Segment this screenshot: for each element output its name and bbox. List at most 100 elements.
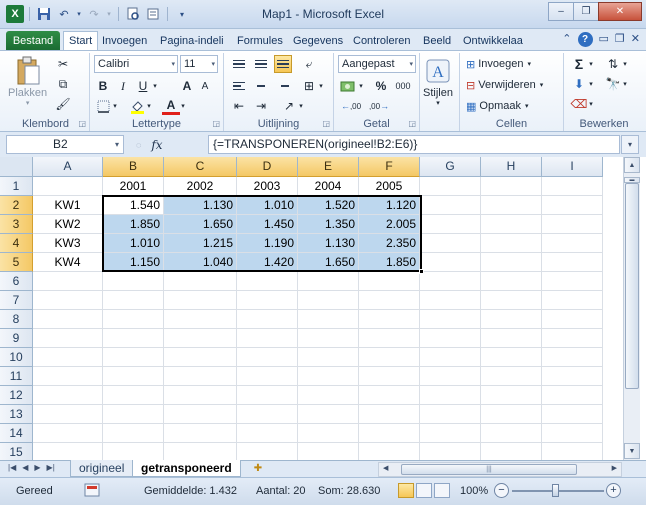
worksheet-grid[interactable]: A B C D E F G H I 1 2001 2002 2003 2004 2005 2 KW1 1.540 1… <box>0 157 623 460</box>
tab-formules[interactable]: Formules <box>232 31 288 50</box>
doc-restore-icon[interactable]: ❐ <box>615 32 625 47</box>
cell-e11[interactable] <box>298 367 359 386</box>
cell-i5[interactable] <box>542 253 603 272</box>
align-right-icon[interactable] <box>274 77 292 95</box>
column-header-c[interactable]: C <box>164 157 237 177</box>
cell-b14[interactable] <box>103 424 164 443</box>
cell-e10[interactable] <box>298 348 359 367</box>
cell-a12[interactable] <box>33 386 103 405</box>
formula-input[interactable]: {=TRANSPONEREN(origineel!B2:E6)} <box>208 135 620 154</box>
cell-h9[interactable] <box>481 329 542 348</box>
cell-h11[interactable] <box>481 367 542 386</box>
zoom-level[interactable]: 100% <box>460 485 488 497</box>
paste-button[interactable]: Plakken ▾ <box>8 55 47 107</box>
macro-record-icon[interactable] <box>84 482 100 501</box>
copy-icon[interactable]: ⧉ <box>54 75 72 93</box>
doc-close-icon[interactable]: ✕ <box>631 32 640 47</box>
cell-h15[interactable] <box>481 443 542 460</box>
cell-b13[interactable] <box>103 405 164 424</box>
cell-e1[interactable]: 2004 <box>298 177 359 196</box>
fill-color-dropdown-icon[interactable]: ▾ <box>144 97 154 115</box>
row-header-5[interactable]: 5 <box>0 253 33 272</box>
cell-f2[interactable]: 1.120 <box>359 196 420 215</box>
expand-formula-bar-icon[interactable]: ▾ <box>621 135 639 154</box>
cell-c13[interactable] <box>164 405 237 424</box>
last-sheet-icon[interactable]: ▶| <box>47 463 55 472</box>
cell-a1[interactable] <box>33 177 103 196</box>
format-painter-icon[interactable]: 🖌 <box>54 95 72 113</box>
border-dropdown-icon[interactable]: ▾ <box>110 97 120 115</box>
first-sheet-icon[interactable]: |◀ <box>8 463 16 472</box>
tab-controleren[interactable]: Controleren <box>348 31 415 50</box>
cell-e9[interactable] <box>298 329 359 348</box>
page-break-view-icon[interactable] <box>434 483 450 498</box>
cell-e8[interactable] <box>298 310 359 329</box>
cell-f9[interactable] <box>359 329 420 348</box>
underline-dropdown-icon[interactable]: ▾ <box>150 77 160 95</box>
cell-i15[interactable] <box>542 443 603 460</box>
increase-decimal-button[interactable]: ← ,00 <box>338 97 364 115</box>
row-header-12[interactable]: 12 <box>0 386 33 405</box>
cell-a6[interactable] <box>33 272 103 291</box>
cell-a5[interactable]: KW4 <box>33 253 103 272</box>
align-top-icon[interactable] <box>230 55 248 73</box>
zoom-slider-thumb[interactable] <box>552 484 559 497</box>
cell-g1[interactable] <box>420 177 481 196</box>
row-header-2[interactable]: 2 <box>0 196 33 215</box>
cell-d15[interactable] <box>237 443 298 460</box>
scroll-right-icon[interactable]: ▶ <box>612 464 617 472</box>
cell-e4[interactable]: 1.130 <box>298 234 359 253</box>
cell-c9[interactable] <box>164 329 237 348</box>
cell-g12[interactable] <box>420 386 481 405</box>
decrease-indent-icon[interactable]: ⇤ <box>230 97 248 115</box>
cell-h3[interactable] <box>481 215 542 234</box>
cell-e13[interactable] <box>298 405 359 424</box>
tab-invoegen[interactable]: Invoegen <box>97 31 152 50</box>
row-header-6[interactable]: 6 <box>0 272 33 291</box>
cell-h13[interactable] <box>481 405 542 424</box>
cell-c1[interactable]: 2002 <box>164 177 237 196</box>
cell-a2[interactable]: KW1 <box>33 196 103 215</box>
bold-button[interactable]: B <box>94 77 112 95</box>
column-header-i[interactable]: I <box>542 157 603 177</box>
cell-d7[interactable] <box>237 291 298 310</box>
cell-g7[interactable] <box>420 291 481 310</box>
row-header-3[interactable]: 3 <box>0 215 33 234</box>
thousands-separator-button[interactable]: 000 <box>392 77 414 95</box>
decrease-decimal-button[interactable]: ,00 → <box>366 97 392 115</box>
cell-g9[interactable] <box>420 329 481 348</box>
cell-f10[interactable] <box>359 348 420 367</box>
cell-i6[interactable] <box>542 272 603 291</box>
cell-h4[interactable] <box>481 234 542 253</box>
column-header-h[interactable]: H <box>481 157 542 177</box>
name-box[interactable]: B2 ▾ <box>6 135 124 154</box>
cell-i4[interactable] <box>542 234 603 253</box>
cell-g4[interactable] <box>420 234 481 253</box>
cell-b15[interactable] <box>103 443 164 460</box>
merge-dropdown-icon[interactable]: ▾ <box>316 77 326 95</box>
next-sheet-icon[interactable]: ▶ <box>34 463 40 472</box>
clear-dropdown-icon[interactable]: ▾ <box>586 95 596 113</box>
cell-d14[interactable] <box>237 424 298 443</box>
cell-i8[interactable] <box>542 310 603 329</box>
autosum-dropdown-icon[interactable]: ▾ <box>586 55 596 73</box>
cell-g6[interactable] <box>420 272 481 291</box>
cell-c15[interactable] <box>164 443 237 460</box>
increase-indent-icon[interactable]: ⇥ <box>252 97 270 115</box>
accounting-format-icon[interactable] <box>338 77 356 95</box>
cell-b4[interactable]: 1.010 <box>103 234 164 253</box>
insert-cells-button[interactable]: ⊞ Invoegen ▾ <box>466 55 531 73</box>
align-middle-icon[interactable] <box>252 55 270 73</box>
align-left-icon[interactable] <box>230 77 248 95</box>
cell-h6[interactable] <box>481 272 542 291</box>
delete-cells-button[interactable]: ⊟ Verwijderen ▾ <box>466 76 543 94</box>
row-header-8[interactable]: 8 <box>0 310 33 329</box>
cell-i7[interactable] <box>542 291 603 310</box>
minimize-ribbon-icon[interactable]: ⌃ <box>562 32 571 47</box>
cell-d12[interactable] <box>237 386 298 405</box>
cell-c12[interactable] <box>164 386 237 405</box>
orientation-dropdown-icon[interactable]: ▾ <box>296 97 306 115</box>
cell-h12[interactable] <box>481 386 542 405</box>
cell-e5[interactable]: 1.650 <box>298 253 359 272</box>
fill-dropdown-icon[interactable]: ▾ <box>586 75 596 93</box>
